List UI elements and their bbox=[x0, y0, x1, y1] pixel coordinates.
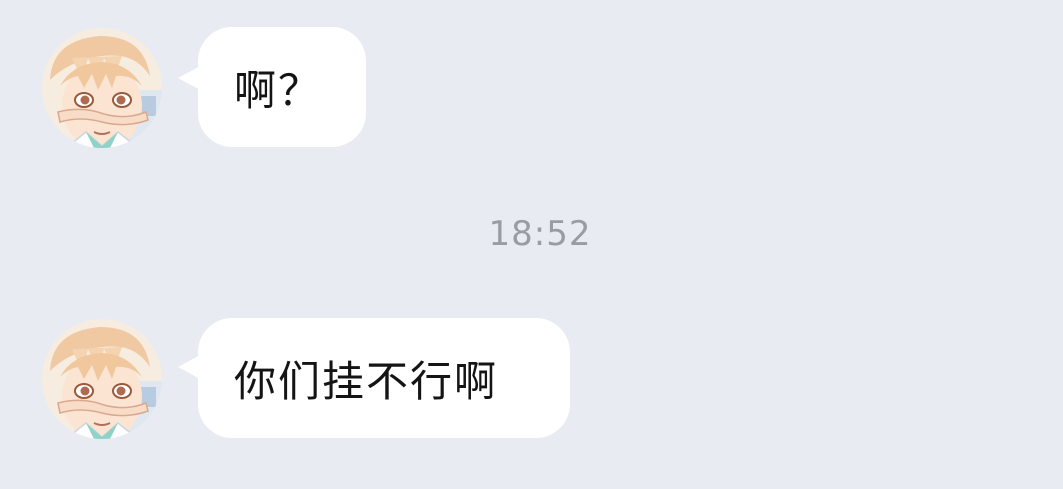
message-bubble[interactable]: 啊？ bbox=[198, 27, 366, 147]
message-text: 啊？ bbox=[234, 65, 323, 115]
chat-area[interactable]: 啊？ 18:52 你们挂不行啊 bbox=[0, 0, 1063, 489]
timestamp: 18:52 bbox=[488, 214, 592, 254]
avatar[interactable] bbox=[42, 28, 162, 148]
avatar[interactable] bbox=[42, 319, 162, 439]
message-row: 你们挂不行啊 bbox=[0, 313, 1063, 453]
anime-character-icon bbox=[42, 319, 162, 439]
message-text: 你们挂不行啊 bbox=[234, 356, 499, 406]
message-row: 啊？ bbox=[0, 22, 1063, 162]
anime-character-icon bbox=[42, 28, 162, 148]
message-bubble[interactable]: 你们挂不行啊 bbox=[198, 318, 570, 438]
